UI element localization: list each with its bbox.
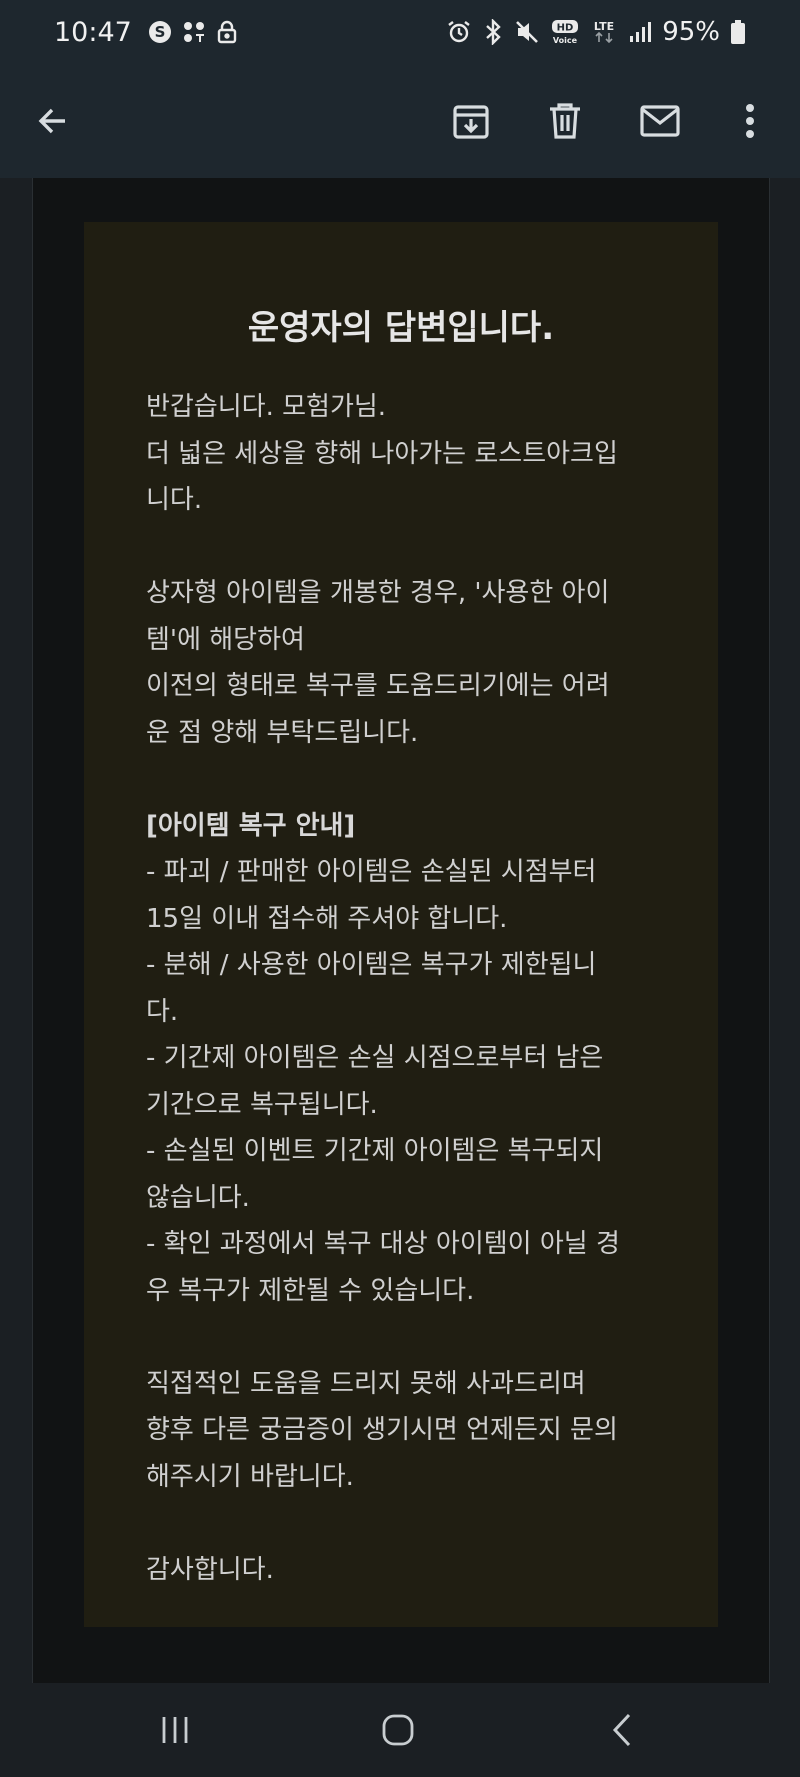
body-line: 향후 다른 궁금증이 생기시면 언제든지 문의: [146, 1415, 618, 1445]
home-icon: [382, 1714, 414, 1746]
body-line: 더 넓은 세상을 향해 나아가는 로스트아크입: [146, 438, 618, 469]
lock-icon: [216, 20, 238, 44]
reply-title: 운영자의 답변입니다.: [247, 308, 555, 348]
battery-percent: 95%: [662, 17, 720, 47]
recent-apps-icon: [162, 1717, 188, 1743]
body-line: - 기간제 아이템은 손실 시점으로부터 남은: [146, 1043, 604, 1073]
reply-body: 반갑습니다. 모험가님. 더 넓은 세상을 향해 나아가는 로스트아크입니다. 상자…: [146, 384, 686, 1593]
alarm-icon: [446, 19, 472, 45]
body-line: 반갑습니다. 모험가님.: [146, 392, 387, 422]
mark-unread-icon: [640, 105, 680, 137]
archive-button[interactable]: [444, 94, 498, 148]
more-options-button[interactable]: [723, 94, 777, 148]
svg-text:HD: HD: [557, 23, 574, 34]
body-line: 우 복구가 제한될 수 있습니다.: [146, 1275, 475, 1306]
bluetooth-icon: [482, 19, 504, 45]
body-line: 이전의 형태로 복구를 도움드리기에는 어려: [146, 671, 610, 701]
svg-text:S: S: [154, 23, 165, 41]
mute-icon: [514, 19, 540, 45]
body-line: 템'에 해당하여: [146, 624, 305, 655]
body-line: 감사합니다.: [146, 1554, 274, 1585]
back-button[interactable]: [26, 94, 80, 148]
body-line: 니다.: [146, 485, 203, 515]
mark-unread-button[interactable]: [633, 94, 687, 148]
svg-text:Voice: Voice: [553, 36, 578, 45]
hd-voice-icon: HD Voice: [550, 19, 580, 45]
delete-button[interactable]: [538, 94, 592, 148]
email-content: 운영자의 답변입니다. 반갑습니다. 모험가님. 더 넓은 세상을 향해 나아가는…: [0, 178, 800, 1683]
body-line: 운 점 양해 부탁드립니다.: [146, 717, 419, 748]
body-line: 기간으로 복구됩니다.: [146, 1089, 378, 1120]
signal-icon: [628, 20, 652, 44]
lte-icon: LTE: [590, 19, 618, 45]
reply-card: 운영자의 답변입니다. 반갑습니다. 모험가님. 더 넓은 세상을 향해 나아가는…: [84, 222, 718, 1627]
body-line: - 손실된 이벤트 기간제 아이템은 복구되지: [146, 1136, 604, 1166]
battery-icon: [730, 19, 746, 45]
body-line: - 분해 / 사용한 아이템은 복구가 제한됩니: [146, 950, 597, 980]
delete-icon: [550, 103, 580, 139]
archive-icon: [453, 105, 489, 139]
recent-apps-button[interactable]: [145, 1705, 205, 1755]
email-toolbar: [0, 64, 800, 178]
body-line: 15일 이내 접수해 주셔야 합니다.: [146, 903, 508, 934]
body-line: 직접적인 도움을 드리지 못해 사과드리며: [146, 1368, 586, 1399]
skype-icon: S: [148, 20, 172, 44]
app-grid-icon: [182, 20, 206, 44]
status-time: 10:47: [54, 16, 132, 48]
status-bar: 10:47 S HD Voice LTE 95%: [0, 0, 800, 64]
body-line: 상자형 아이템을 개봉한 경우, '사용한 아이: [146, 578, 610, 608]
section-heading: [아이템 복구 안내]: [146, 810, 356, 841]
home-button[interactable]: [368, 1705, 428, 1755]
body-line: 다.: [146, 996, 179, 1027]
nav-back-button[interactable]: [592, 1705, 652, 1755]
system-nav-bar: [0, 1683, 800, 1777]
body-line: - 파괴 / 판매한 아이템은 손실된 시점부터: [146, 857, 597, 887]
body-line: 해주시기 바랍니다.: [146, 1461, 354, 1492]
more-vert-icon: [746, 104, 754, 138]
nav-back-icon: [612, 1713, 631, 1747]
body-line: - 확인 과정에서 복구 대상 아이템이 아닐 경: [146, 1229, 620, 1259]
back-arrow-icon: [38, 108, 65, 134]
body-line: 않습니다.: [146, 1182, 250, 1213]
svg-text:LTE: LTE: [594, 20, 614, 33]
